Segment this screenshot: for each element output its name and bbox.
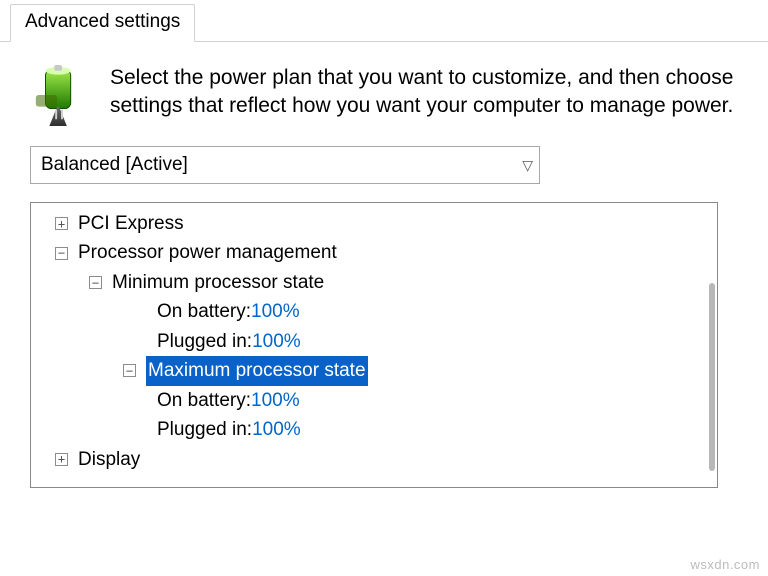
collapse-icon[interactable]: [55, 247, 68, 260]
intro-row: Select the power plan that you want to c…: [30, 64, 738, 126]
scrollbar-thumb[interactable]: [709, 283, 715, 471]
watermark: wsxdn.com: [690, 557, 760, 572]
tab-advanced-settings[interactable]: Advanced settings: [10, 4, 195, 42]
tree-node-pci-express[interactable]: PCI Express: [31, 209, 717, 238]
tree-item-max-plugged-in[interactable]: Plugged in 100%: [31, 415, 717, 444]
tree-node-display[interactable]: Display: [31, 445, 717, 474]
battery-icon: [30, 64, 92, 126]
expand-icon[interactable]: [55, 453, 68, 466]
tree-node-maximum-processor-state[interactable]: Maximum processor state: [31, 356, 717, 385]
tree-node-processor-power-management[interactable]: Processor power management: [31, 238, 717, 267]
settings-panel: Select the power plan that you want to c…: [0, 42, 768, 488]
tree-item-min-plugged-in[interactable]: Plugged in 100%: [31, 327, 717, 356]
intro-text: Select the power plan that you want to c…: [110, 64, 738, 121]
chevron-down-icon: ▽: [522, 157, 533, 174]
tree-item-max-on-battery[interactable]: On battery 100%: [31, 386, 717, 415]
expand-icon[interactable]: [55, 217, 68, 230]
tree-node-minimum-processor-state[interactable]: Minimum processor state: [31, 268, 717, 297]
power-plan-selected-label: Balanced [Active]: [41, 154, 188, 176]
collapse-icon[interactable]: [123, 364, 136, 377]
settings-tree: PCI Express Processor power management M…: [30, 202, 718, 488]
power-plan-select[interactable]: Balanced [Active] ▽: [30, 146, 540, 184]
tree-item-min-on-battery[interactable]: On battery 100%: [31, 297, 717, 326]
collapse-icon[interactable]: [89, 276, 102, 289]
tab-strip: Advanced settings: [0, 0, 768, 42]
